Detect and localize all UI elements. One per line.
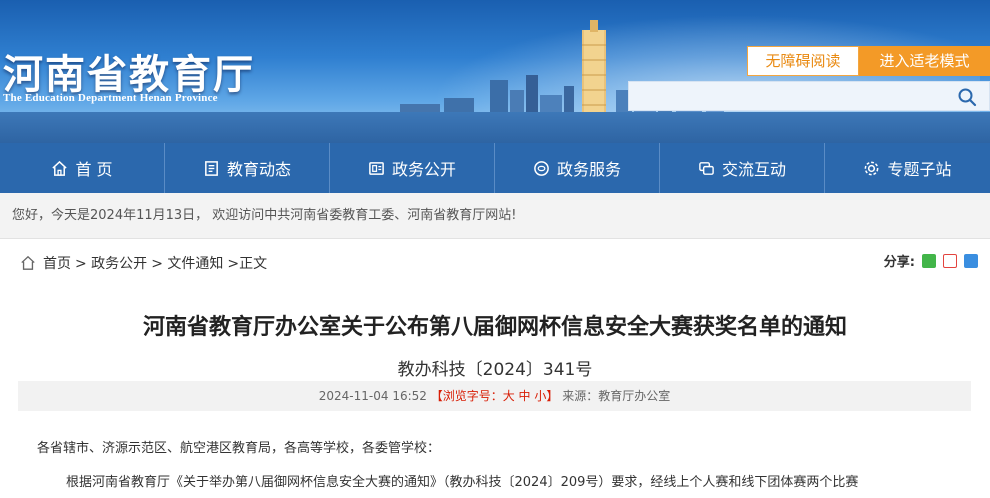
site-logo-subtitle: The Education Department Henan Province <box>3 92 218 104</box>
banner-ground <box>0 112 990 143</box>
article-source: 来源：教育厅办公室 <box>562 389 671 403</box>
wechat-share-icon[interactable] <box>922 253 936 268</box>
article-paragraph: 根据河南省教育厅《关于举办第八届御网杯信息安全大赛的通知》（教办科技〔2024〕… <box>66 475 859 490</box>
publish-date: 2024-11-04 16:52 <box>318 389 427 403</box>
document-number: 教办科技〔2024〕341号 <box>397 360 593 380</box>
nav-item-topic-subsites[interactable]: 专题子站 <box>825 143 990 193</box>
service-icon <box>534 160 549 176</box>
breadcrumb-home-link[interactable]: 首页 <box>43 253 71 273</box>
nav-item-communication[interactable]: 交流互动 <box>660 143 825 193</box>
accessibility-reading-button[interactable]: 无障碍阅读 <box>747 46 859 76</box>
nav-item-label: 政务服务 <box>556 160 621 179</box>
nav-item-home[interactable]: 首 页 <box>0 143 165 193</box>
header-banner: 河南省教育厅 The Education Department Henan Pr… <box>0 0 990 143</box>
weibo-share-icon[interactable] <box>943 253 957 268</box>
news-icon <box>205 160 218 176</box>
breadcrumb: 首页 > 政务公开 > 文件通知 >正文 <box>20 253 271 273</box>
welcome-message: 您好，今天是2024年11月13日， 欢迎访问中共河南省委教育工委、河南省教育厅… <box>0 193 990 238</box>
breadcrumb-current: >正文 <box>227 256 268 272</box>
elder-mode-button[interactable]: 进入适老模式 <box>859 46 990 76</box>
breadcrumb-notices-link[interactable]: > 文件通知 <box>151 253 223 273</box>
nav-item-education-news[interactable]: 教育动态 <box>165 143 330 193</box>
gear-icon <box>865 161 879 175</box>
nav-item-label: 首 页 <box>75 160 113 179</box>
home-icon <box>52 160 68 176</box>
article-title: 河南省教育厅办公室关于公布第八届御网杯信息安全大赛获奖名单的通知 <box>142 315 847 340</box>
nav-item-label: 教育动态 <box>226 160 291 179</box>
nav-item-label: 专题子站 <box>887 160 952 179</box>
nav-item-label: 交流互动 <box>721 160 786 179</box>
share-bar: 分享: <box>884 251 978 270</box>
breadcrumb-government-affairs-link[interactable]: > 政务公开 <box>75 253 147 273</box>
chat-icon <box>699 161 714 175</box>
nav-item-label: 政务公开 <box>391 160 456 179</box>
nav-item-government-affairs[interactable]: 政务公开 <box>330 143 495 193</box>
share-label: 分享: <box>883 255 915 270</box>
document-icon <box>369 161 384 175</box>
main-navigation: 首 页 教育动态 政务公开 政务服务 交流互动 专题子站 <box>0 143 990 193</box>
qq-share-icon[interactable] <box>964 253 978 268</box>
search-input[interactable] <box>629 82 949 110</box>
nav-item-government-services[interactable]: 政务服务 <box>495 143 660 193</box>
article-meta: 2024-11-04 16:52 【浏览字号：大 中 小】 来源：教育厅办公室 <box>18 381 971 411</box>
font-size-control[interactable]: 【浏览字号：大 中 小】 <box>431 389 559 403</box>
article-card: 首页 > 政务公开 > 文件通知 >正文 分享: 河南省教育厅办公室关于公布第八… <box>0 238 990 498</box>
article-recipients: 各省辖市、济源示范区、航空港区教育局，各高等学校，各委管学校： <box>37 441 441 456</box>
home-icon <box>21 255 35 270</box>
search-box <box>628 81 990 111</box>
search-icon[interactable] <box>957 87 977 107</box>
